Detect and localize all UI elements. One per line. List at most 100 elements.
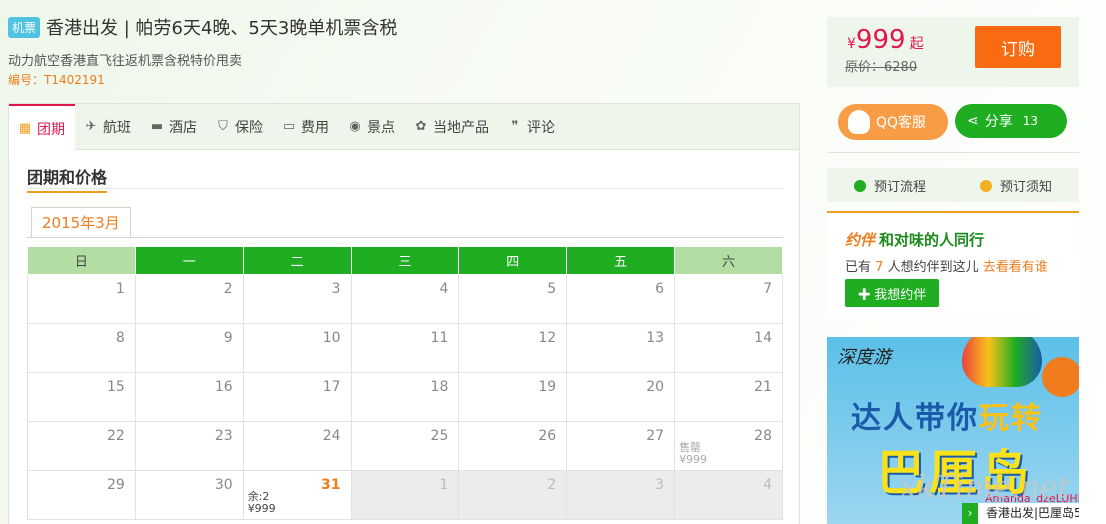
right-divider xyxy=(827,152,1079,153)
calendar-day-cell[interactable]: 11 xyxy=(350,323,460,373)
calendar-day-cell[interactable]: 16 xyxy=(134,372,244,422)
calendar-day-cell[interactable]: 1 xyxy=(27,274,136,324)
qq-service-label: QQ客服 xyxy=(876,115,927,131)
day-number: 16 xyxy=(214,379,233,395)
tab-schedule[interactable]: ▦ 团期 xyxy=(9,104,75,151)
product-subtitle: 动力航空香港直飞往返机票含税特价甩卖 xyxy=(8,54,243,69)
weekday-sat: 六 xyxy=(674,246,783,275)
day-number: 2 xyxy=(223,281,233,297)
companion-box: 约伴 和对味的人同行 已有 7 人想约伴到这儿 去看看有谁 ✚ 我想约伴 xyxy=(827,211,1079,319)
tab-comments[interactable]: ❞ 评论 xyxy=(499,104,565,150)
calendar-day-cell[interactable]: 29 xyxy=(27,470,136,520)
calendar-day-cell[interactable]: 13 xyxy=(566,323,676,373)
calendar-day-cell[interactable]: 4 xyxy=(674,470,783,520)
day-number: 30 xyxy=(214,477,233,493)
calendar-day-cell[interactable]: 19 xyxy=(458,372,568,422)
calendar-day-cell[interactable]: 27 xyxy=(566,421,676,471)
day-number: 8 xyxy=(115,330,125,346)
calendar-day-cell[interactable]: 14 xyxy=(674,323,783,373)
calendar-day-cell[interactable]: 3 xyxy=(242,274,352,324)
day-number: 10 xyxy=(322,330,341,346)
weekday-tue: 二 xyxy=(242,246,352,275)
price-from: 起 xyxy=(909,36,924,52)
month-tab[interactable]: 2015年3月 xyxy=(31,207,131,238)
calendar-week-row: 8 9 10 11 12 13 14 xyxy=(27,323,783,373)
calendar-day-cell[interactable]: 5 xyxy=(458,274,568,324)
calendar-day-cell[interactable]: 26 xyxy=(458,421,568,471)
companion-logo: 约伴 xyxy=(845,231,876,249)
day-number: 1 xyxy=(439,477,449,493)
calendar-day-cell[interactable]: 4 xyxy=(350,274,460,324)
share-button[interactable]: ⋖ 分享 13 xyxy=(955,104,1067,138)
want-companion-button[interactable]: ✚ 我想约伴 xyxy=(845,279,939,307)
day-number: 18 xyxy=(430,379,449,395)
calendar-day-cell[interactable]: 20 xyxy=(566,372,676,422)
day-number: 20 xyxy=(646,379,665,395)
calendar-week-row: 15 16 17 18 19 20 21 xyxy=(27,372,783,422)
calendar-day-cell[interactable]: 18 xyxy=(350,372,460,422)
calendar-day-cell[interactable]: 25 xyxy=(350,421,460,471)
calendar-day-cell[interactable]: 3 xyxy=(566,470,676,520)
quote-icon: ❞ xyxy=(511,119,519,134)
tab-cost[interactable]: ▭ 费用 xyxy=(273,104,339,150)
tab-local-products[interactable]: ✿ 当地产品 xyxy=(405,104,499,150)
calendar-week-row: 22 23 24 25 26 27 28 售罄 ¥999 xyxy=(27,421,783,471)
calendar-day-cell[interactable]: 7 xyxy=(674,274,783,324)
calendar-week-row: 29 30 31 余:2 ¥999 1 2 3 4 xyxy=(27,470,783,520)
weekday-sun: 日 xyxy=(27,246,136,275)
share-label: 分享 xyxy=(984,114,1013,130)
month-divider xyxy=(27,237,783,238)
tab-hotel[interactable]: ▬ 酒店 xyxy=(141,104,207,150)
calendar-day-cell[interactable]: 9 xyxy=(134,323,244,373)
calendar-icon: ▦ xyxy=(18,120,32,136)
day-number: 3 xyxy=(331,281,341,297)
calendar-day-cell[interactable]: 2 xyxy=(134,274,244,324)
calendar-day-cell[interactable]: 23 xyxy=(134,421,244,471)
day-number: 24 xyxy=(322,428,341,444)
price-value: 999 xyxy=(855,25,906,55)
calendar-day-cell[interactable]: 31 余:2 ¥999 xyxy=(242,470,352,520)
day-number: 12 xyxy=(538,330,557,346)
shield-icon: ⛉ xyxy=(218,119,228,134)
calendar-day-cell[interactable]: 1 xyxy=(350,470,460,520)
calendar-day-cell[interactable]: 30 xyxy=(134,470,244,520)
day-number: 28 xyxy=(754,428,772,444)
calendar-day-cell[interactable]: 28 售罄 ¥999 xyxy=(674,421,783,471)
day-number: 11 xyxy=(430,330,449,346)
product-header: 机票 香港出发 | 帕劳6天4晚、5天3晚单机票含税 动力航空香港直飞往返机票含… xyxy=(8,14,808,88)
qq-service-button[interactable]: QQ客服 xyxy=(838,104,948,140)
ad-brand: 深度游 xyxy=(837,347,891,368)
balloon-image xyxy=(1042,357,1079,397)
warning-icon xyxy=(979,179,992,192)
tab-flight[interactable]: ✈ 航班 xyxy=(75,104,141,150)
bed-icon: ▬ xyxy=(150,119,164,134)
companion-title: 和对味的人同行 xyxy=(879,231,985,249)
calendar-day-cell[interactable]: 17 xyxy=(242,372,352,422)
day-number: 29 xyxy=(107,477,125,493)
ad-caption[interactable]: › 香港出发|巴厘岛5天4 xyxy=(962,503,1079,524)
book-button[interactable]: 订购 xyxy=(975,26,1061,68)
day-number: 14 xyxy=(754,330,772,346)
calendar-day-cell[interactable]: 21 xyxy=(674,372,783,422)
calendar-day-cell[interactable]: 6 xyxy=(566,274,676,324)
ad-headline: 达人带你玩转 xyxy=(851,401,1043,436)
pin-icon: ◉ xyxy=(349,119,361,134)
share-icon: ⋖ xyxy=(967,113,979,129)
price: ¥999 起 xyxy=(847,25,924,55)
tab-insurance[interactable]: ⛉ 保险 xyxy=(207,104,273,150)
calendar-day-cell[interactable]: 10 xyxy=(242,323,352,373)
day-number: 2 xyxy=(547,477,557,493)
booking-process-link[interactable]: 预订流程 xyxy=(853,176,926,195)
calendar-day-cell[interactable]: 2 xyxy=(458,470,568,520)
day-price: ¥999 xyxy=(247,502,276,515)
calendar-day-cell[interactable]: 12 xyxy=(458,323,568,373)
calendar-day-cell[interactable]: 8 xyxy=(27,323,136,373)
booking-notice-link[interactable]: 预订须知 xyxy=(979,176,1052,195)
calendar-day-cell[interactable]: 15 xyxy=(27,372,136,422)
section-divider xyxy=(27,188,783,189)
tab-attraction[interactable]: ◉ 景点 xyxy=(339,104,405,150)
calendar-day-cell[interactable]: 22 xyxy=(27,421,136,471)
companion-link[interactable]: 去看看有谁 xyxy=(983,260,1048,275)
calendar-day-cell[interactable]: 24 xyxy=(242,421,352,471)
day-number: 21 xyxy=(754,379,772,395)
